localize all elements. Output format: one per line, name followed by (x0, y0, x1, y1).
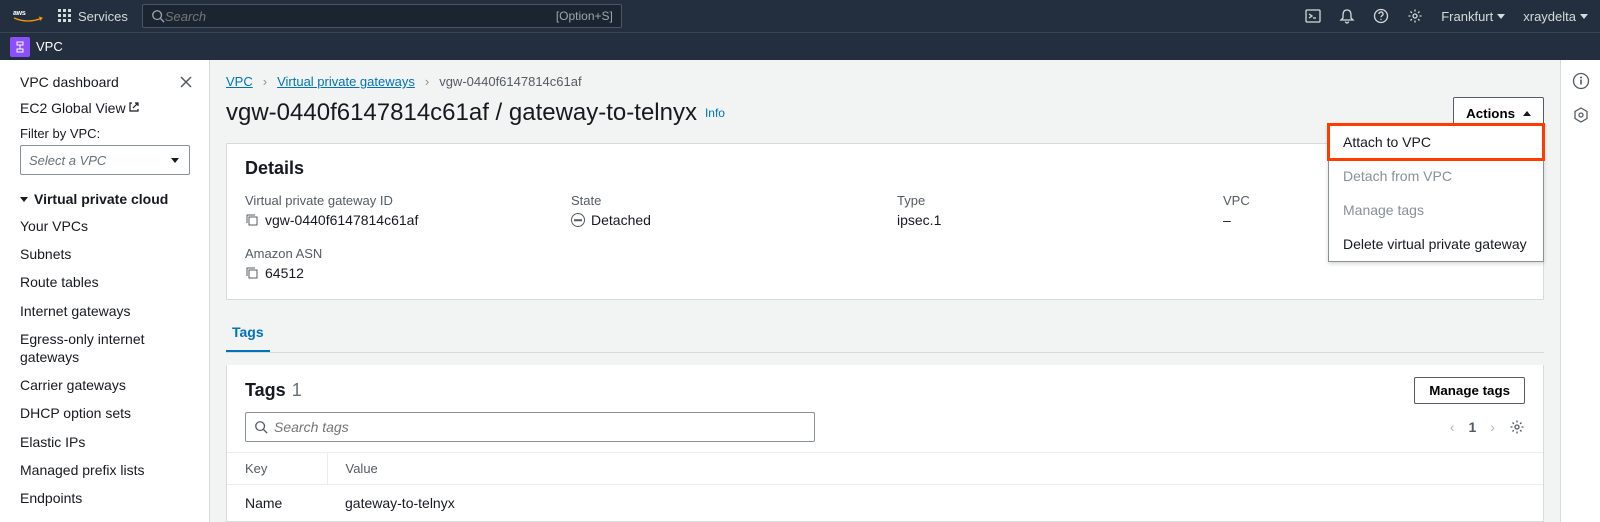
search-icon (151, 9, 165, 23)
help-icon[interactable] (1373, 8, 1389, 24)
service-name[interactable]: VPC (36, 39, 63, 54)
vgw-id-value: vgw-0440f6147814c61af (265, 212, 418, 228)
chevron-right-icon: › (263, 74, 267, 89)
tags-table: Key Value Name gateway-to-telnyx (227, 452, 1543, 521)
col-key[interactable]: Key (227, 453, 327, 485)
caret-up-icon (1523, 111, 1531, 116)
main-content: VPC › Virtual private gateways › vgw-044… (210, 60, 1560, 522)
state-label: State (571, 193, 873, 208)
vpc-filter-select[interactable]: Select a VPC (20, 145, 190, 175)
sidebar: VPC dashboard EC2 Global View Filter by … (0, 60, 210, 522)
notifications-icon[interactable] (1339, 8, 1355, 24)
type-label: Type (897, 193, 1199, 208)
table-row: Name gateway-to-telnyx (227, 485, 1543, 522)
caret-down-icon (20, 197, 28, 202)
caret-down-icon (171, 158, 179, 163)
account-menu[interactable]: xraydelta (1523, 9, 1588, 24)
preferences-icon[interactable] (1572, 106, 1590, 124)
sidebar-item-your-vpcs[interactable]: Your VPCs (20, 217, 193, 235)
tags-count: 1 (292, 380, 302, 401)
tab-tags[interactable]: Tags (226, 314, 270, 352)
breadcrumb-current: vgw-0440f6147814c61af (439, 74, 581, 89)
breadcrumb: VPC › Virtual private gateways › vgw-044… (226, 74, 1544, 89)
sidebar-ec2-global-view[interactable]: EC2 Global View (20, 100, 193, 116)
page-prev-icon[interactable]: ‹ (1450, 419, 1455, 435)
top-icons: Frankfurt xraydelta (1305, 8, 1588, 24)
sidebar-item-subnets[interactable]: Subnets (20, 245, 193, 263)
caret-down-icon (1497, 14, 1505, 19)
top-nav: aws Services [Option+S] Frankfurt xrayde… (0, 0, 1600, 32)
sidebar-item-dhcp-option-sets[interactable]: DHCP option sets (20, 404, 193, 422)
services-label: Services (78, 9, 128, 24)
sidebar-item-managed-prefix-lists[interactable]: Managed prefix lists (20, 461, 193, 479)
filter-by-vpc-label: Filter by VPC: (20, 126, 193, 141)
sidebar-item-egress-only-igw[interactable]: Egress-only internet gateways (20, 330, 193, 366)
sidebar-item-endpoints[interactable]: Endpoints (20, 489, 193, 507)
global-search[interactable]: [Option+S] (142, 4, 622, 28)
search-icon (254, 420, 268, 434)
sidebar-vpc-dashboard[interactable]: VPC dashboard (20, 74, 119, 90)
sidebar-item-elastic-ips[interactable]: Elastic IPs (20, 433, 193, 451)
service-subnav: VPC (0, 32, 1600, 60)
sidebar-item-internet-gateways[interactable]: Internet gateways (20, 302, 193, 320)
vgw-id-label: Virtual private gateway ID (245, 193, 547, 208)
external-link-icon (128, 101, 140, 113)
search-input[interactable] (165, 9, 556, 24)
col-value[interactable]: Value (327, 453, 1543, 485)
search-shortcut: [Option+S] (556, 9, 613, 23)
tabs: Tags (226, 314, 1544, 353)
table-settings-icon[interactable] (1509, 419, 1525, 435)
services-menu[interactable]: Services (58, 9, 128, 24)
menu-delete-vpg[interactable]: Delete virtual private gateway (1329, 227, 1543, 261)
grid-icon (58, 9, 72, 23)
detached-status-icon (571, 213, 585, 227)
sidebar-section-vpc[interactable]: Virtual private cloud (20, 191, 193, 207)
vpc-value: – (1223, 212, 1231, 228)
aws-logo[interactable]: aws (12, 7, 44, 25)
page-title: vgw-0440f6147814c61af / gateway-to-telny… (226, 99, 697, 127)
type-value: ipsec.1 (897, 212, 941, 228)
manage-tags-button[interactable]: Manage tags (1414, 377, 1525, 404)
tags-panel: Tags 1 Manage tags ‹ 1 › Key (226, 365, 1544, 522)
state-value: Detached (591, 212, 651, 228)
info-link[interactable]: Info (705, 106, 725, 120)
close-sidebar-icon[interactable] (179, 75, 193, 89)
settings-icon[interactable] (1407, 8, 1423, 24)
tags-heading: Tags (245, 380, 286, 401)
right-rail (1560, 60, 1600, 522)
page-next-icon[interactable]: › (1490, 419, 1495, 435)
copy-icon[interactable] (245, 213, 259, 227)
caret-down-icon (1580, 14, 1588, 19)
breadcrumb-vpc[interactable]: VPC (226, 74, 253, 89)
breadcrumb-vpg-list[interactable]: Virtual private gateways (277, 74, 415, 89)
tag-value: gateway-to-telnyx (327, 485, 1543, 522)
region-selector[interactable]: Frankfurt (1441, 9, 1505, 24)
vpc-service-icon[interactable] (10, 37, 30, 57)
menu-manage-tags: Manage tags (1329, 193, 1543, 227)
copy-icon[interactable] (245, 266, 259, 280)
asn-value: 64512 (265, 265, 304, 281)
tag-key: Name (227, 485, 327, 522)
sidebar-item-route-tables[interactable]: Route tables (20, 273, 193, 291)
chevron-right-icon: › (425, 74, 429, 89)
svg-text:aws: aws (13, 10, 26, 17)
sidebar-item-carrier-gateways[interactable]: Carrier gateways (20, 376, 193, 394)
tags-search-input[interactable] (274, 419, 806, 435)
page-number: 1 (1469, 419, 1477, 435)
cloudshell-icon[interactable] (1305, 8, 1321, 24)
menu-attach-to-vpc[interactable]: Attach to VPC (1329, 125, 1543, 159)
actions-menu: Attach to VPC Detach from VPC Manage tag… (1328, 124, 1544, 262)
pager: ‹ 1 › (1450, 419, 1525, 435)
tags-search[interactable] (245, 412, 815, 442)
info-panel-icon[interactable] (1572, 72, 1590, 90)
menu-detach-from-vpc: Detach from VPC (1329, 159, 1543, 193)
